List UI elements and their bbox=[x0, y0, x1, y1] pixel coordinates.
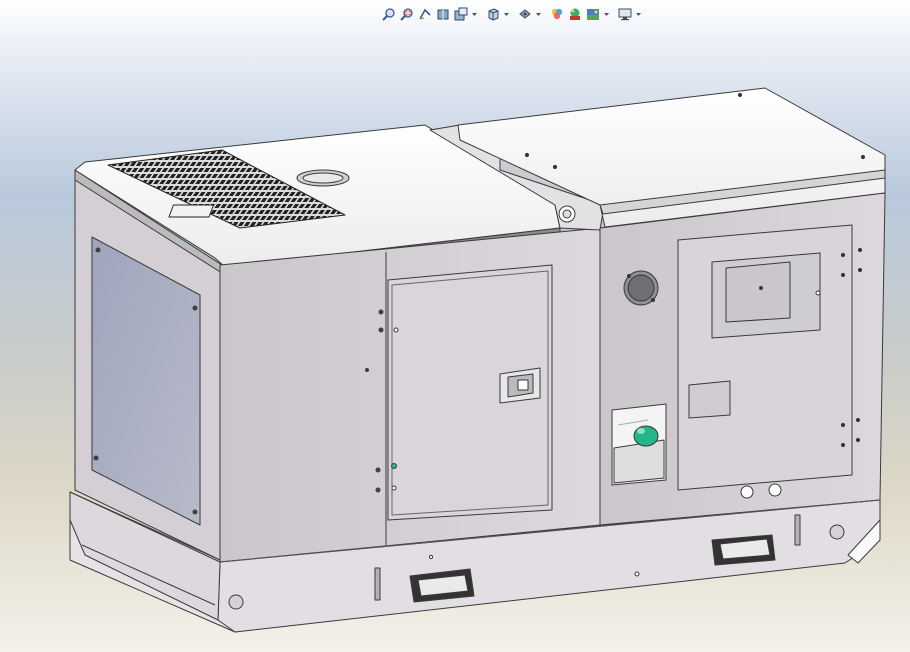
lifting-hole bbox=[228, 594, 244, 610]
generator-enclosure-model[interactable] bbox=[0, 0, 910, 652]
control-panel-plate bbox=[688, 380, 731, 419]
graphics-viewport[interactable] bbox=[0, 0, 910, 652]
lifting-hole bbox=[829, 524, 845, 540]
control-display-window bbox=[725, 261, 791, 323]
fuel-cap bbox=[633, 425, 659, 447]
status-indicator-green bbox=[391, 463, 397, 469]
